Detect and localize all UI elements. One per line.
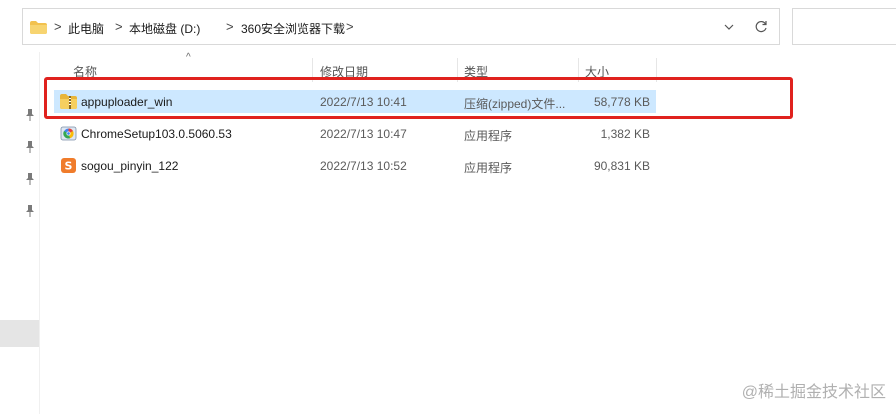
navigation-pane bbox=[0, 52, 40, 414]
refresh-icon[interactable] bbox=[751, 18, 771, 36]
breadcrumb-this-pc[interactable]: 此电脑 bbox=[68, 20, 104, 37]
svg-text:S: S bbox=[65, 160, 73, 173]
file-row[interactable]: ChromeSetup103.0.5060.53 2022/7/13 10:47… bbox=[54, 122, 656, 145]
breadcrumb-separator[interactable]: > bbox=[115, 19, 123, 34]
file-name: sogou_pinyin_122 bbox=[81, 159, 179, 173]
file-date: 2022/7/13 10:52 bbox=[320, 159, 407, 173]
breadcrumb-local-disk[interactable]: 本地磁盘 (D:) bbox=[129, 20, 200, 37]
watermark: @稀土掘金技术社区 bbox=[741, 384, 886, 401]
pin-icon[interactable] bbox=[24, 204, 36, 218]
file-size: 90,831 KB bbox=[593, 159, 650, 173]
chrome-setup-icon bbox=[60, 126, 77, 141]
nav-item-selected[interactable] bbox=[0, 320, 39, 347]
file-date: 2022/7/13 10:47 bbox=[320, 127, 407, 141]
pin-icon[interactable] bbox=[24, 140, 36, 154]
annotation-highlight-box bbox=[44, 77, 793, 119]
breadcrumb-folder[interactable]: 360安全浏览器下载 bbox=[241, 20, 345, 37]
breadcrumb-separator[interactable]: > bbox=[54, 19, 62, 34]
pin-icon[interactable] bbox=[24, 108, 36, 122]
breadcrumb-separator[interactable]: > bbox=[346, 19, 354, 34]
sogou-icon: S bbox=[61, 158, 76, 173]
address-bar[interactable]: > 此电脑 > 本地磁盘 (D:) > 360安全浏览器下载 > bbox=[22, 8, 780, 45]
file-type: 应用程序 bbox=[464, 129, 513, 143]
file-size: 1,382 KB bbox=[600, 127, 650, 141]
chevron-down-icon[interactable] bbox=[719, 18, 739, 36]
breadcrumb-separator[interactable]: > bbox=[226, 19, 234, 34]
pin-icon[interactable] bbox=[24, 172, 36, 186]
file-name: ChromeSetup103.0.5060.53 bbox=[81, 127, 232, 141]
file-row[interactable]: S sogou_pinyin_122 2022/7/13 10:52 应用程序 … bbox=[54, 154, 656, 177]
folder-icon bbox=[30, 21, 47, 34]
file-type: 应用程序 bbox=[464, 161, 513, 175]
search-input[interactable] bbox=[792, 8, 896, 45]
